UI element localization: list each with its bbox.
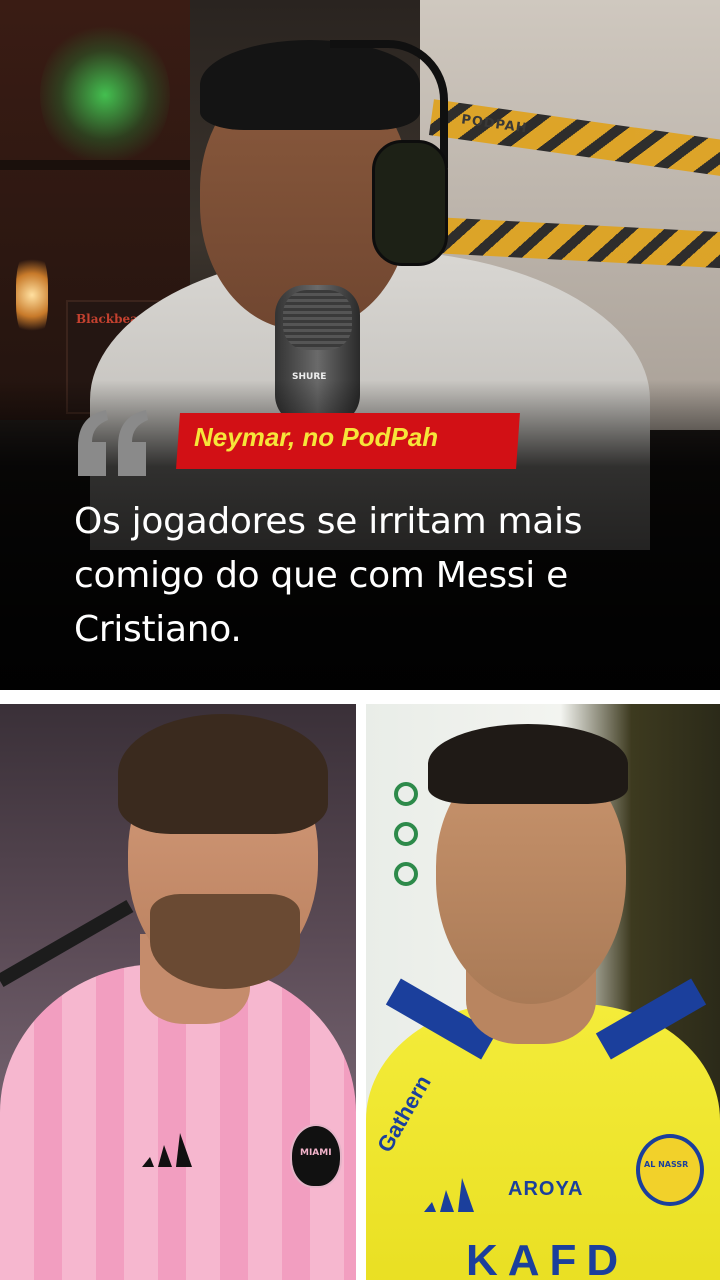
jersey-sponsor: AROYA [508,1178,584,1200]
jersey-front-text: KAFD [466,1236,629,1280]
shelf-light [40,20,170,170]
photo-right-player: AROYA Gathern AL NASSR KAFD [366,704,720,1280]
headphone-earcup [372,140,448,266]
source-label: Neymar, no PodPah [194,422,439,452]
quote-text: Os jogadores se irritam mais comigo do q… [74,501,583,650]
club-crest-icon: MIAMI [290,1124,342,1188]
podcast-photo: Blackbeard PODPAH SHURE Neymar, no PodPa… [0,0,720,690]
adidas-logo-icon [142,1133,192,1167]
player-hair [118,714,328,834]
adidas-logo-icon [424,1178,474,1212]
shelf-board [0,160,190,170]
divider [0,690,720,704]
player-hair [428,724,628,804]
player-beard [150,894,300,989]
crest-text: AL NASSR [644,1160,689,1169]
quote-icon [78,410,148,476]
sponsor-wall-logo-icon [394,782,418,886]
photo-left-player: MIAMI [0,704,356,1280]
crest-text: MIAMI [300,1148,332,1158]
lamp [16,250,48,340]
club-crest-icon: AL NASSR [636,1134,704,1206]
microphone-grill [283,290,352,350]
tape-text: PODPAH [460,112,529,137]
